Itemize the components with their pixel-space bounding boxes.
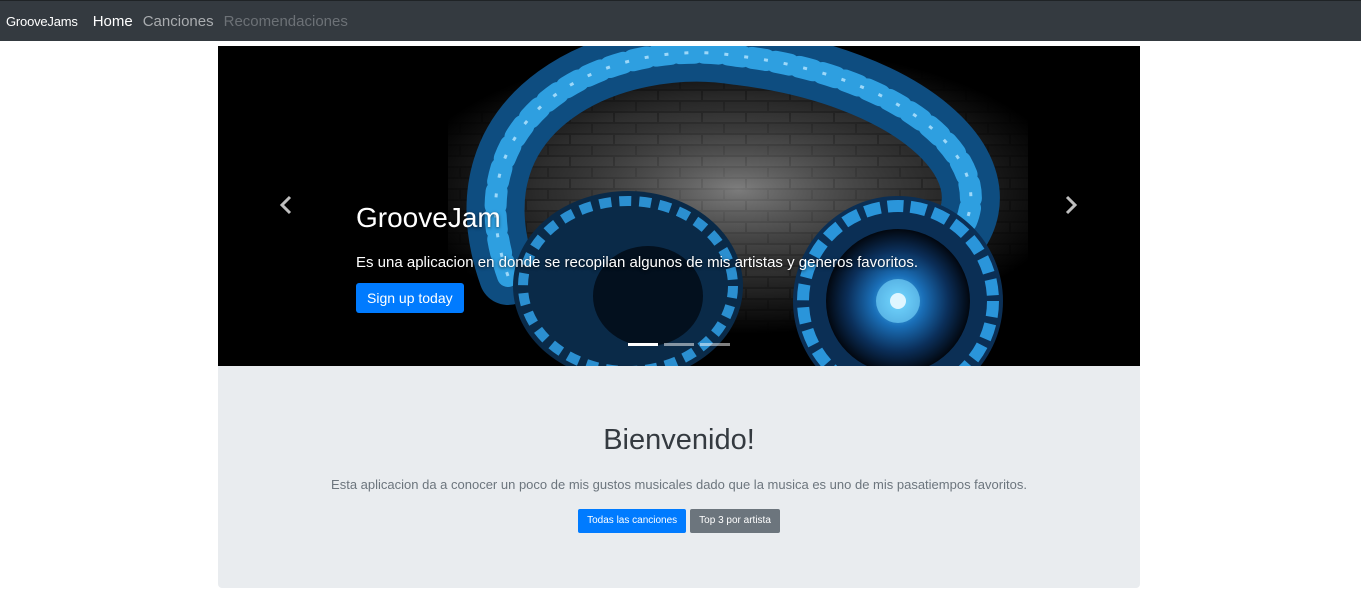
chevron-right-icon[interactable] bbox=[1058, 193, 1082, 217]
nav-link-canciones[interactable]: Canciones bbox=[143, 13, 214, 30]
top-navbar: GrooveJams Home Canciones Recomendacione… bbox=[0, 0, 1361, 41]
carousel-indicator-2[interactable] bbox=[664, 343, 694, 346]
carousel-title: GrooveJam bbox=[356, 202, 501, 233]
carousel-indicators bbox=[628, 343, 730, 346]
nav-link-home[interactable]: Home bbox=[93, 13, 133, 30]
carousel-indicator-3[interactable] bbox=[700, 343, 730, 346]
nav-link-recomendaciones: Recomendaciones bbox=[223, 12, 348, 30]
chevron-left-icon[interactable] bbox=[275, 193, 299, 217]
carousel-indicator-1[interactable] bbox=[628, 343, 658, 346]
hero-carousel: GrooveJam Es una aplicacion en donde se … bbox=[218, 46, 1140, 366]
welcome-buttons: Todas las canciones Top 3 por artista bbox=[218, 509, 1140, 533]
carousel-text: Es una aplicacion en donde se recopilan … bbox=[356, 254, 918, 271]
carousel-caption: GrooveJam Es una aplicacion en donde se … bbox=[356, 201, 918, 313]
welcome-heading: Bienvenido! bbox=[603, 424, 755, 456]
sign-up-button[interactable]: Sign up today bbox=[356, 283, 464, 313]
navbar-brand[interactable]: GrooveJams bbox=[6, 14, 78, 29]
top3-by-artist-button[interactable]: Top 3 por artista bbox=[690, 509, 780, 533]
welcome-lead: Esta aplicacion da a conocer un poco de … bbox=[331, 477, 1027, 492]
welcome-jumbotron: Bienvenido! Esta aplicacion da a conocer… bbox=[218, 366, 1140, 588]
all-songs-button[interactable]: Todas las canciones bbox=[578, 509, 687, 533]
